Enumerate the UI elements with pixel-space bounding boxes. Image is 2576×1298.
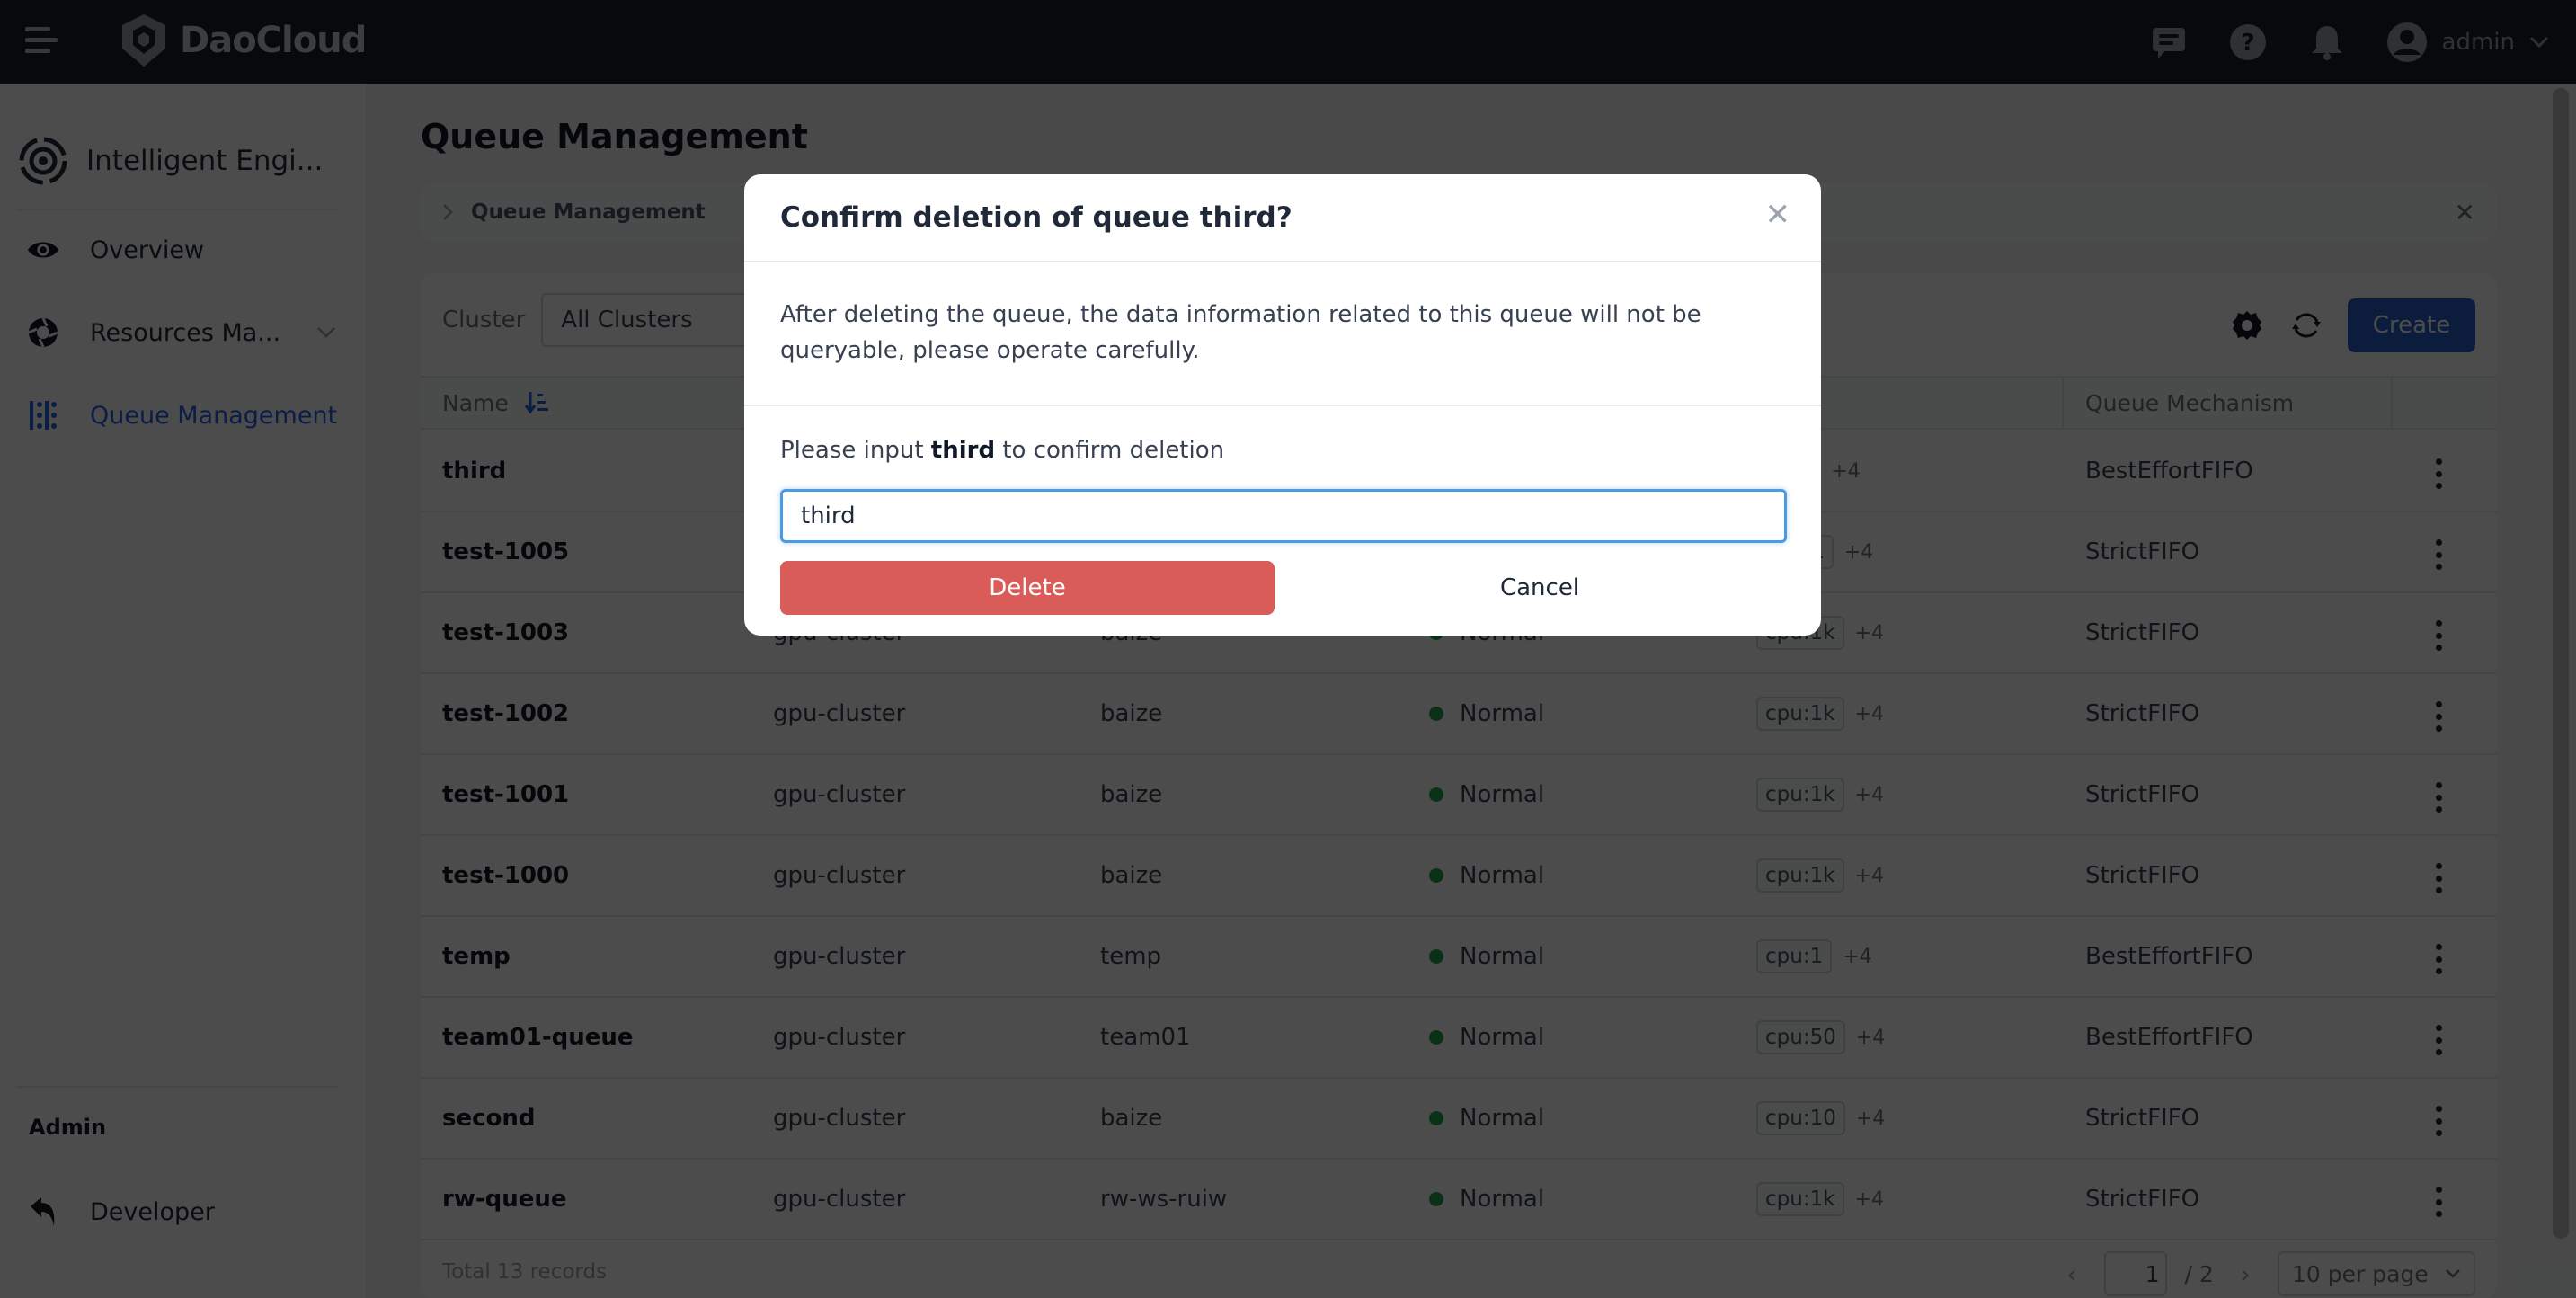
dialog-divider	[744, 261, 1821, 262]
confirm-name-input[interactable]	[780, 489, 1787, 543]
confirm-keyword: third	[930, 437, 996, 464]
delete-queue-dialog: Confirm deletion of queue third? ✕ After…	[744, 174, 1821, 636]
dialog-divider	[744, 405, 1821, 406]
dialog-warning-text: After deleting the queue, the data infor…	[780, 301, 1701, 364]
dialog-title: Confirm deletion of queue third?	[780, 201, 1292, 234]
confirm-suffix: to confirm deletion	[995, 437, 1225, 464]
delete-button[interactable]: Delete	[780, 561, 1275, 615]
confirm-instruction: Please input third to confirm deletion	[780, 437, 1224, 464]
close-icon[interactable]: ✕	[1765, 200, 1791, 230]
cancel-button[interactable]: Cancel	[1292, 561, 1787, 615]
confirm-prefix: Please input	[780, 437, 931, 464]
